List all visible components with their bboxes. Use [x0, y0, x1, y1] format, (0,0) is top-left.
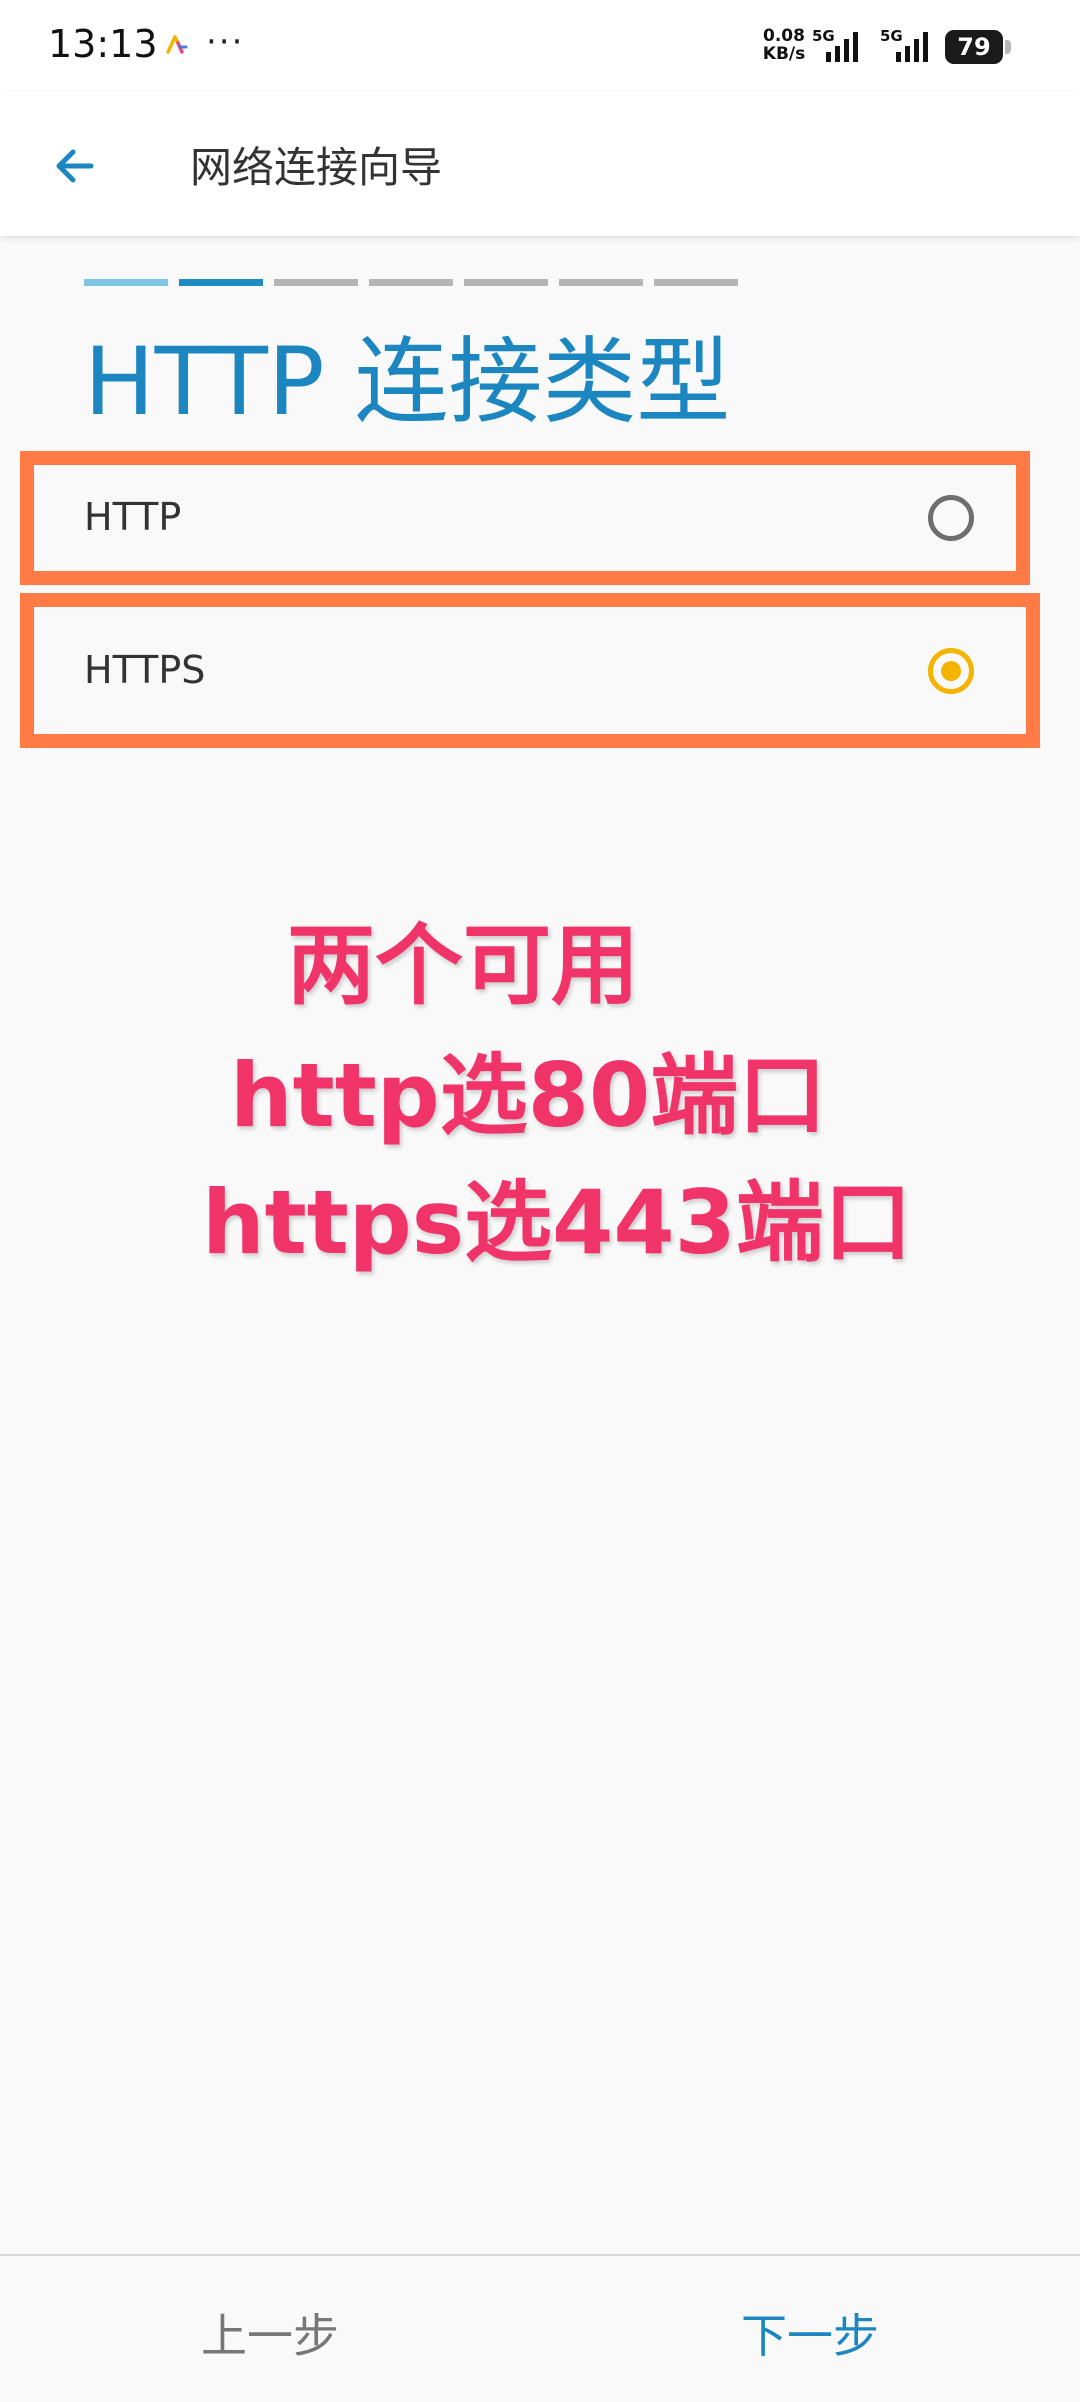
annotation-line-2: http选80端口 — [230, 1044, 827, 1147]
section-heading: HTTP 连接类型 — [84, 328, 731, 437]
option-https-label: HTTPS — [84, 648, 206, 692]
wizard-step-5 — [464, 279, 548, 286]
annotation-line-1: 两个可用 — [287, 914, 640, 1017]
option-http[interactable]: HTTP — [34, 465, 1016, 571]
next-step-button[interactable]: 下一步 — [680, 2300, 940, 2366]
radio-checked-icon[interactable] — [928, 648, 974, 694]
sim2-signal-icon — [896, 32, 928, 62]
more-notifications-icon: ··· — [206, 22, 245, 62]
option-https[interactable]: HTTPS — [34, 607, 1026, 734]
status-time: 13:13 — [48, 22, 158, 66]
app-notification-icon — [166, 35, 188, 54]
battery-level: 79 — [945, 30, 1003, 64]
page-title: 网络连接向导 — [190, 143, 443, 192]
previous-step-button[interactable]: 上一步 — [140, 2300, 400, 2366]
annotation-line-3: https选443端口 — [202, 1171, 912, 1274]
back-button[interactable] — [36, 128, 112, 204]
wizard-step-7 — [654, 279, 738, 286]
bottom-navigation: 上一步 下一步 — [0, 2254, 1080, 2402]
sim1-signal-icon — [826, 32, 858, 62]
wizard-step-4 — [369, 279, 453, 286]
option-http-label: HTTP — [84, 495, 182, 539]
battery-icon: 79 — [945, 30, 1013, 64]
wizard-step-2 — [179, 279, 263, 286]
network-speed-value: 0.08 — [763, 26, 805, 46]
status-bar: 13:13 ··· 0.08 KB/s 5G 5G 79 — [0, 0, 1080, 92]
radio-unchecked-icon[interactable] — [928, 495, 974, 541]
arrow-left-icon — [56, 149, 94, 183]
wizard-progress — [84, 279, 738, 286]
network-speed-unit: KB/s — [762, 44, 806, 64]
wizard-step-1 — [84, 279, 168, 286]
app-bar: 网络连接向导 — [0, 92, 1080, 236]
network-speed: 0.08 KB/s — [758, 27, 810, 63]
wizard-step-6 — [559, 279, 643, 286]
wizard-step-3 — [274, 279, 358, 286]
